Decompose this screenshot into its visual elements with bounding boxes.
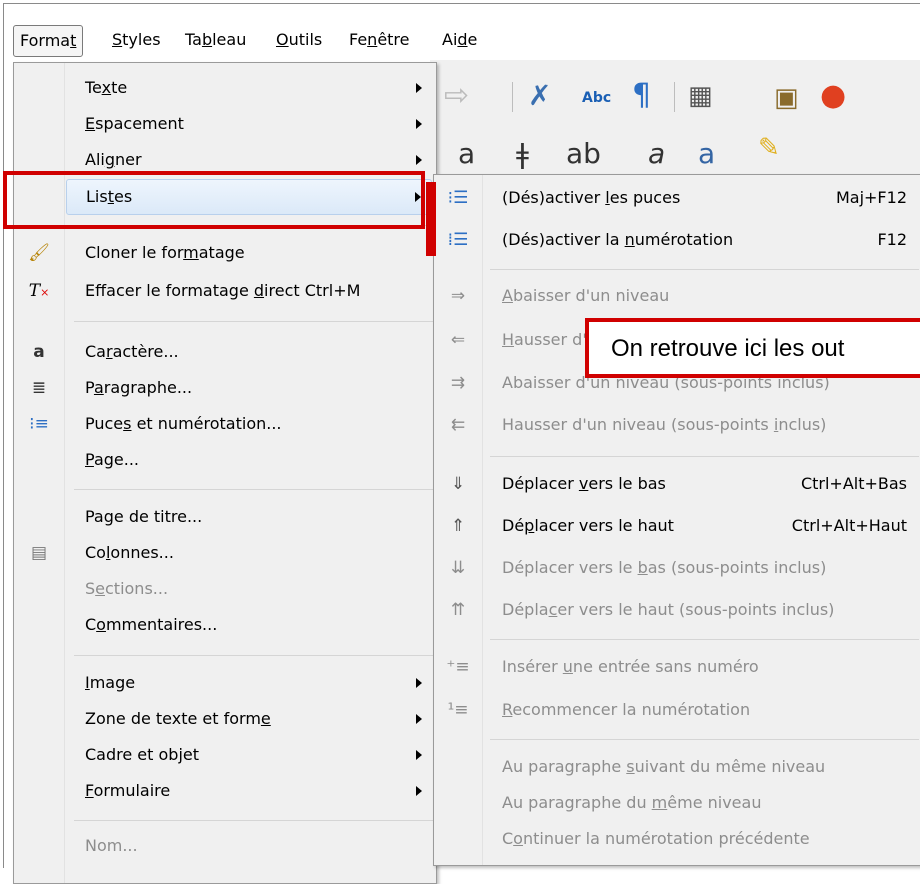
highlight-bar-submenu xyxy=(426,182,436,256)
bullet-list-icon: ⁝☰ xyxy=(447,188,469,208)
move-down-icon: ⇓ xyxy=(450,474,466,494)
menu-format[interactable]: Format xyxy=(13,25,84,57)
menu-item-page[interactable]: Page... xyxy=(14,443,436,477)
menu-item-espacement[interactable]: Espacement xyxy=(14,107,436,141)
insert-image-icon[interactable]: ▣ xyxy=(774,80,799,116)
menu-item-zone-texte-forme[interactable]: Zone de texte et forme xyxy=(14,702,436,736)
menu-item-texte[interactable]: Texte xyxy=(14,71,436,105)
menu-item-sections[interactable]: Sections... xyxy=(14,572,436,606)
menu-item-effacer-formatage[interactable]: T× Effacer le formatage direct Ctrl+M xyxy=(14,274,436,308)
promote-with-subpoints-icon: ⇇ xyxy=(450,415,466,435)
demote-arrow-icon: ⇒ xyxy=(450,286,466,306)
submenu-arrow-icon xyxy=(416,83,422,93)
submenu-item-activer-puces[interactable]: ⁝☰ (Dés)activer les puces Maj+F12 xyxy=(434,181,920,215)
character-style-icon[interactable]: a xyxy=(458,136,475,172)
menu-item-commentaires[interactable]: Commentaires... xyxy=(14,608,436,642)
promote-arrow-icon: ⇐ xyxy=(450,330,466,350)
submenu-arrow-icon xyxy=(416,119,422,129)
italic-icon[interactable]: a xyxy=(648,136,665,172)
move-up-with-subpoints-icon: ⇈ xyxy=(450,600,466,620)
submenu-item-activer-numerotation[interactable]: ⁞☰ (Dés)activer la numérotation F12 xyxy=(434,223,920,257)
menu-item-formulaire[interactable]: Formulaire xyxy=(14,774,436,808)
move-down-with-subpoints-icon: ⇊ xyxy=(450,558,466,578)
annotation-callout: On retrouve ici les out xyxy=(585,318,920,378)
app-window: ⇨ ✗ Abc ¶ ▦ ▣ ● a ǂ ab a a ✎ Format Styl… xyxy=(0,0,920,884)
clear-formatting-icon: T× xyxy=(28,281,50,301)
submenu-arrow-icon xyxy=(416,750,422,760)
character-icon: a xyxy=(33,342,45,362)
listes-submenu: ⁝☰ (Dés)activer les puces Maj+F12 ⁞☰ (Dé… xyxy=(433,174,920,866)
menu-item-colonnes[interactable]: ▤ Colonnes... xyxy=(14,536,436,570)
superscript-icon[interactable]: ab xyxy=(566,136,601,172)
menu-item-nom[interactable]: Nom... xyxy=(14,829,436,863)
menu-tableau[interactable]: Tableau xyxy=(179,24,252,56)
submenu-arrow-icon xyxy=(416,714,422,724)
menu-outils[interactable]: Outils xyxy=(270,24,328,56)
paragraph-icon: ≣ xyxy=(31,378,47,398)
submenu-item-paragraphe-meme-niveau[interactable]: Au paragraphe du même niveau xyxy=(434,786,920,820)
submenu-item-deplacer-bas[interactable]: ⇓ Déplacer vers le bas Ctrl+Alt+Bas xyxy=(434,467,920,501)
formatting-marks-icon[interactable]: ¶ xyxy=(632,78,651,114)
submenu-arrow-icon xyxy=(416,786,422,796)
insert-chart-icon[interactable]: ● xyxy=(820,78,846,114)
submenu-item-abaisser[interactable]: ⇒ Abaisser d'un niveau xyxy=(434,279,920,313)
toolbar-separator xyxy=(512,82,513,112)
strikethrough-icon[interactable]: ǂ xyxy=(516,136,529,172)
submenu-arrow-icon xyxy=(416,155,422,165)
bullets-numbering-icon: ⁝≡ xyxy=(29,414,49,434)
highlighter-icon[interactable]: ✎ xyxy=(758,130,780,166)
menu-separator xyxy=(490,269,919,270)
menu-item-cadre-objet[interactable]: Cadre et objet xyxy=(14,738,436,772)
submenu-item-recommencer[interactable]: ¹≡ Recommencer la numérotation xyxy=(434,693,920,727)
menu-item-page-titre[interactable]: Page de titre... xyxy=(14,500,436,534)
menu-separator xyxy=(490,739,919,740)
insert-table-icon[interactable]: ▦ xyxy=(688,78,713,114)
menu-separator xyxy=(74,655,434,656)
highlight-box-listes xyxy=(3,171,425,229)
clone-formatting-icon: 🖌 xyxy=(28,243,50,263)
window-border xyxy=(3,3,4,868)
menu-item-image[interactable]: Image xyxy=(14,666,436,700)
menu-separator xyxy=(74,321,434,322)
demote-with-subpoints-icon: ⇉ xyxy=(450,373,466,393)
find-replace-icon[interactable]: ✗ xyxy=(528,78,551,114)
spellcheck-icon[interactable]: Abc xyxy=(582,80,611,116)
submenu-arrow-icon xyxy=(416,678,422,688)
submenu-item-deplacer-haut[interactable]: ⇑ Déplacer vers le haut Ctrl+Alt+Haut xyxy=(434,509,920,543)
menu-separator xyxy=(490,639,919,640)
font-color-icon[interactable]: a xyxy=(698,136,715,172)
menu-separator xyxy=(490,456,919,457)
menubar: Format Styles Tableau Outils Fenêtre Aid… xyxy=(4,4,920,60)
menu-item-cloner-formatage[interactable]: 🖌 Cloner le formatage xyxy=(14,236,436,270)
menu-styles[interactable]: Styles xyxy=(106,24,167,56)
menu-aide[interactable]: Aide xyxy=(436,24,483,56)
move-up-icon: ⇑ xyxy=(450,516,466,536)
menu-fenetre[interactable]: Fenêtre xyxy=(343,24,416,56)
insert-unnumbered-entry-icon: ⁺≡ xyxy=(446,657,470,677)
toolbar-separator xyxy=(674,82,675,112)
submenu-item-deplacer-haut-inclus[interactable]: ⇈ Déplacer vers le haut (sous-points inc… xyxy=(434,593,920,627)
submenu-item-inserer-entree[interactable]: ⁺≡ Insérer une entrée sans numéro xyxy=(434,650,920,684)
menu-separator xyxy=(74,489,434,490)
submenu-item-continuer-numerotation[interactable]: Continuer la numérotation précédente xyxy=(434,822,920,856)
submenu-item-hausser-inclus[interactable]: ⇇ Hausser d'un niveau (sous-points inclu… xyxy=(434,408,920,442)
restart-numbering-icon: ¹≡ xyxy=(447,700,469,720)
menu-item-paragraphe[interactable]: ≣ Paragraphe... xyxy=(14,371,436,405)
menu-item-caractere[interactable]: a Caractère... xyxy=(14,335,436,369)
submenu-item-paragraphe-suivant[interactable]: Au paragraphe suivant du même niveau xyxy=(434,750,920,784)
menu-separator xyxy=(74,820,434,821)
toolbar: ⇨ ✗ Abc ¶ ▦ ▣ ● a ǂ ab a a ✎ xyxy=(430,60,920,180)
columns-icon: ▤ xyxy=(30,543,48,563)
submenu-item-deplacer-bas-inclus[interactable]: ⇊ Déplacer vers le bas (sous-points incl… xyxy=(434,551,920,585)
numbered-list-icon: ⁞☰ xyxy=(447,230,469,250)
menu-item-puces-numerotation[interactable]: ⁝≡ Puces et numérotation... xyxy=(14,407,436,441)
redo-icon[interactable]: ⇨ xyxy=(444,78,469,114)
